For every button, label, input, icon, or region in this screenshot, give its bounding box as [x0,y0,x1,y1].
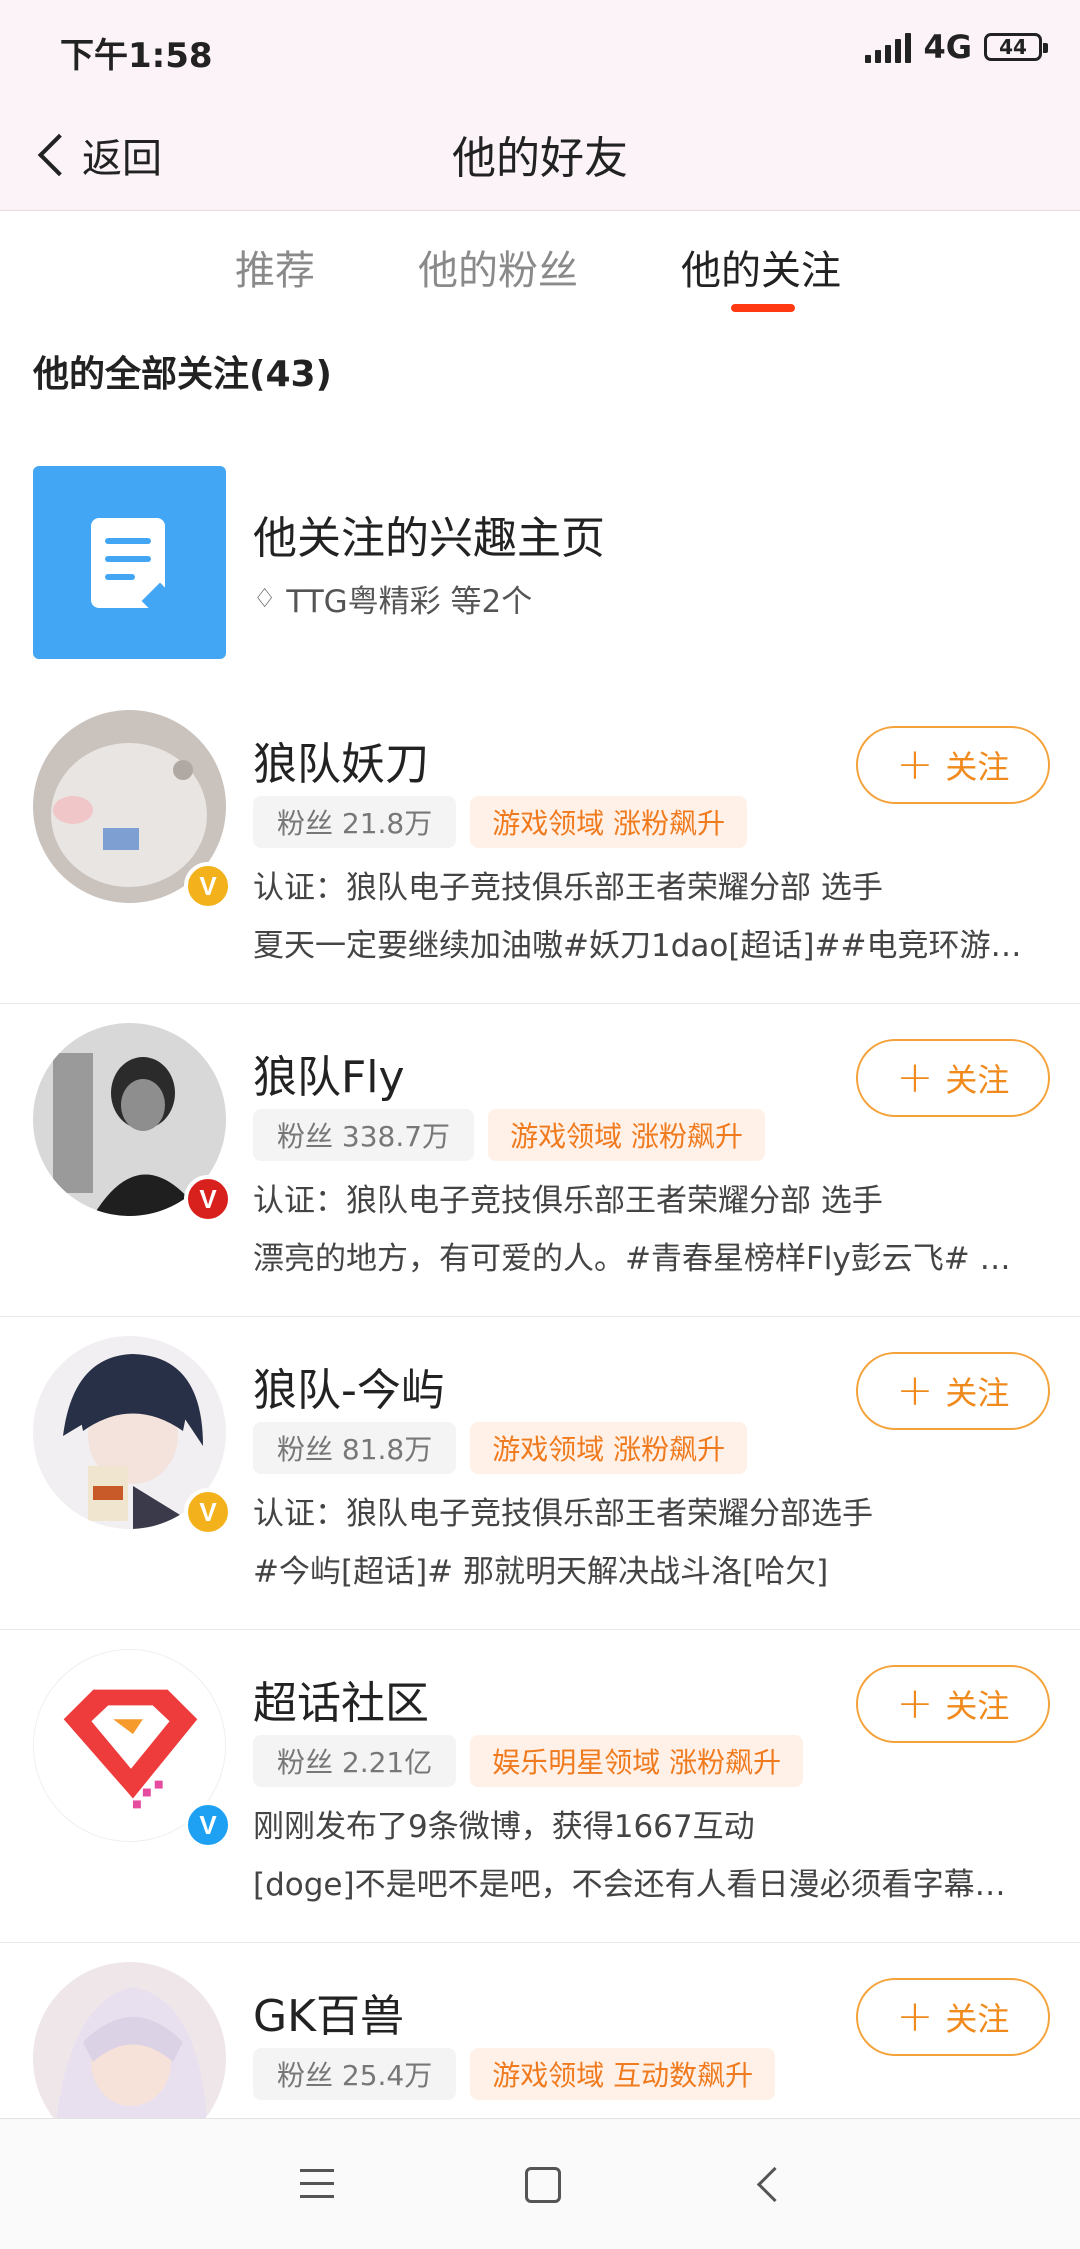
user-tags: 粉丝 81.8万 游戏领域 涨粉飙升 [253,1422,748,1474]
follow-button[interactable]: + 关注 [856,1665,1050,1743]
tab-recommend[interactable]: 推荐 [235,238,315,296]
navigation-bar: 返回 他的好友 [0,100,1080,211]
user-verification: 认证：狼队电子竞技俱乐部王者荣耀分部 选手 [253,1183,883,1219]
user-verification: 认证：狼队电子竞技俱乐部王者荣耀分部选手 [253,1496,873,1532]
interest-pages-row[interactable]: 他关注的兴趣主页 ♢ TTG粤精彩 等2个 [0,466,1080,660]
interest-title: 他关注的兴趣主页 [253,513,605,564]
status-time: 下午1:58 [60,36,213,76]
user-tags: 粉丝 25.4万 游戏领域 互动数飙升 [253,2048,776,2100]
fans-count-badge: 粉丝 2.21亿 [253,1735,457,1787]
plus-icon: + [896,1365,934,1416]
avatar[interactable] [33,1962,226,2118]
follow-label: 关注 [945,1374,1010,1412]
plus-icon: + [896,739,934,790]
user-tags: 粉丝 338.7万 游戏领域 涨粉飙升 [253,1109,765,1161]
trend-badge: 娱乐明星领域 涨粉飙升 [470,1735,804,1787]
user-name[interactable]: 狼队-今屿 [253,1354,445,1418]
fans-count-badge: 粉丝 21.8万 [253,796,457,848]
follow-label: 关注 [945,1687,1010,1725]
home-icon[interactable] [525,2167,561,2203]
tab-bar: 推荐 他的粉丝 他的关注 [0,212,1080,322]
follow-button[interactable]: + 关注 [856,1039,1050,1117]
fans-count-badge: 粉丝 338.7万 [253,1109,475,1161]
verified-badge-icon: V [184,862,232,910]
user-latest-stats: 刚刚发布了9条微博，获得1667互动 [253,1809,755,1845]
user-tags: 粉丝 2.21亿 娱乐明星领域 涨粉飙升 [253,1735,804,1787]
verified-badge-icon: V [184,1801,232,1849]
signal-icon [865,31,912,63]
network-type: 4G [923,28,972,66]
plus-icon: + [896,1052,934,1103]
interest-page-icon [33,466,226,659]
trend-badge: 游戏领域 涨粉飙升 [470,796,748,848]
user-name[interactable]: 狼队妖刀 [253,728,429,792]
page-title: 他的好友 [452,133,628,184]
follow-label: 关注 [945,1061,1010,1099]
user-row[interactable]: V 狼队妖刀 + 关注 粉丝 21.8万 游戏领域 涨粉飙升 认证：狼队电子竞技俱… [0,690,1080,1004]
fans-count-badge: 粉丝 25.4万 [253,2048,457,2100]
user-name[interactable]: 超话社区 [253,1667,429,1731]
follow-button[interactable]: + 关注 [856,1978,1050,2056]
tab-following[interactable]: 他的关注 [681,238,841,296]
plus-icon: + [896,1991,934,2042]
user-latest-post: #今屿[超话]# 那就明天解决战斗洛[哈欠] [253,1554,829,1590]
back-nav-icon[interactable] [756,2166,793,2203]
system-navigation-bar [0,2118,1080,2249]
menu-icon[interactable] [300,2169,334,2208]
user-row[interactable]: V 狼队-今屿 + 关注 粉丝 81.8万 游戏领域 涨粉飙升 认证：狼队电子竞技… [0,1316,1080,1630]
interest-subtitle: ♢ TTG粤精彩 等2个 [253,576,532,621]
trend-badge: 游戏领域 互动数飙升 [470,2048,776,2100]
follow-button[interactable]: + 关注 [856,726,1050,804]
user-row[interactable]: V 狼队Fly + 关注 粉丝 338.7万 游戏领域 涨粉飙升 认证：狼队电子竞… [0,1003,1080,1317]
section-title: 他的全部关注(43) [33,354,333,395]
user-latest-post: 夏天一定要继续加油嗷#妖刀1dao[超话]##电竞环游… [253,928,1022,964]
active-tab-indicator [731,304,795,312]
trend-badge: 游戏领域 涨粉飙升 [488,1109,765,1161]
verified-badge-icon: V [184,1488,232,1536]
follow-button[interactable]: + 关注 [856,1352,1050,1430]
battery-icon: 44 [984,33,1048,61]
status-bar: 下午1:58 4G 44 [0,0,1080,100]
user-name[interactable]: 狼队Fly [253,1041,405,1105]
user-tags: 粉丝 21.8万 游戏领域 涨粉飙升 [253,796,748,848]
battery-level: 44 [999,35,1027,59]
trend-badge: 游戏领域 涨粉飙升 [470,1422,748,1474]
user-latest-post: 漂亮的地方，有可爱的人。#青春星榜样Fly彭云飞# #… [253,1241,1033,1277]
verified-badge-icon: V [184,1175,232,1223]
status-icons: 4G 44 [865,28,1048,66]
fans-count-badge: 粉丝 81.8万 [253,1422,457,1474]
follow-label: 关注 [945,748,1010,786]
user-row[interactable]: GK百兽 + 关注 粉丝 25.4万 游戏领域 互动数飙升 [0,1942,1080,2118]
follow-label: 关注 [945,2000,1010,2038]
user-latest-post: [doge]不是吧不是吧，不会还有人看日漫必须看字幕… [253,1867,1006,1903]
document-icon [91,518,179,620]
diamond-icon: ♢ [253,583,277,614]
user-row[interactable]: V 超话社区 + 关注 粉丝 2.21亿 娱乐明星领域 涨粉飙升 刚刚发布了9条微… [0,1629,1080,1943]
plus-icon: + [896,1678,934,1729]
user-name[interactable]: GK百兽 [253,1980,404,2044]
tab-fans[interactable]: 他的粉丝 [418,238,578,296]
user-verification: 认证：狼队电子竞技俱乐部王者荣耀分部 选手 [253,870,883,906]
interest-subtitle-text: TTG粤精彩 等2个 [286,584,533,620]
